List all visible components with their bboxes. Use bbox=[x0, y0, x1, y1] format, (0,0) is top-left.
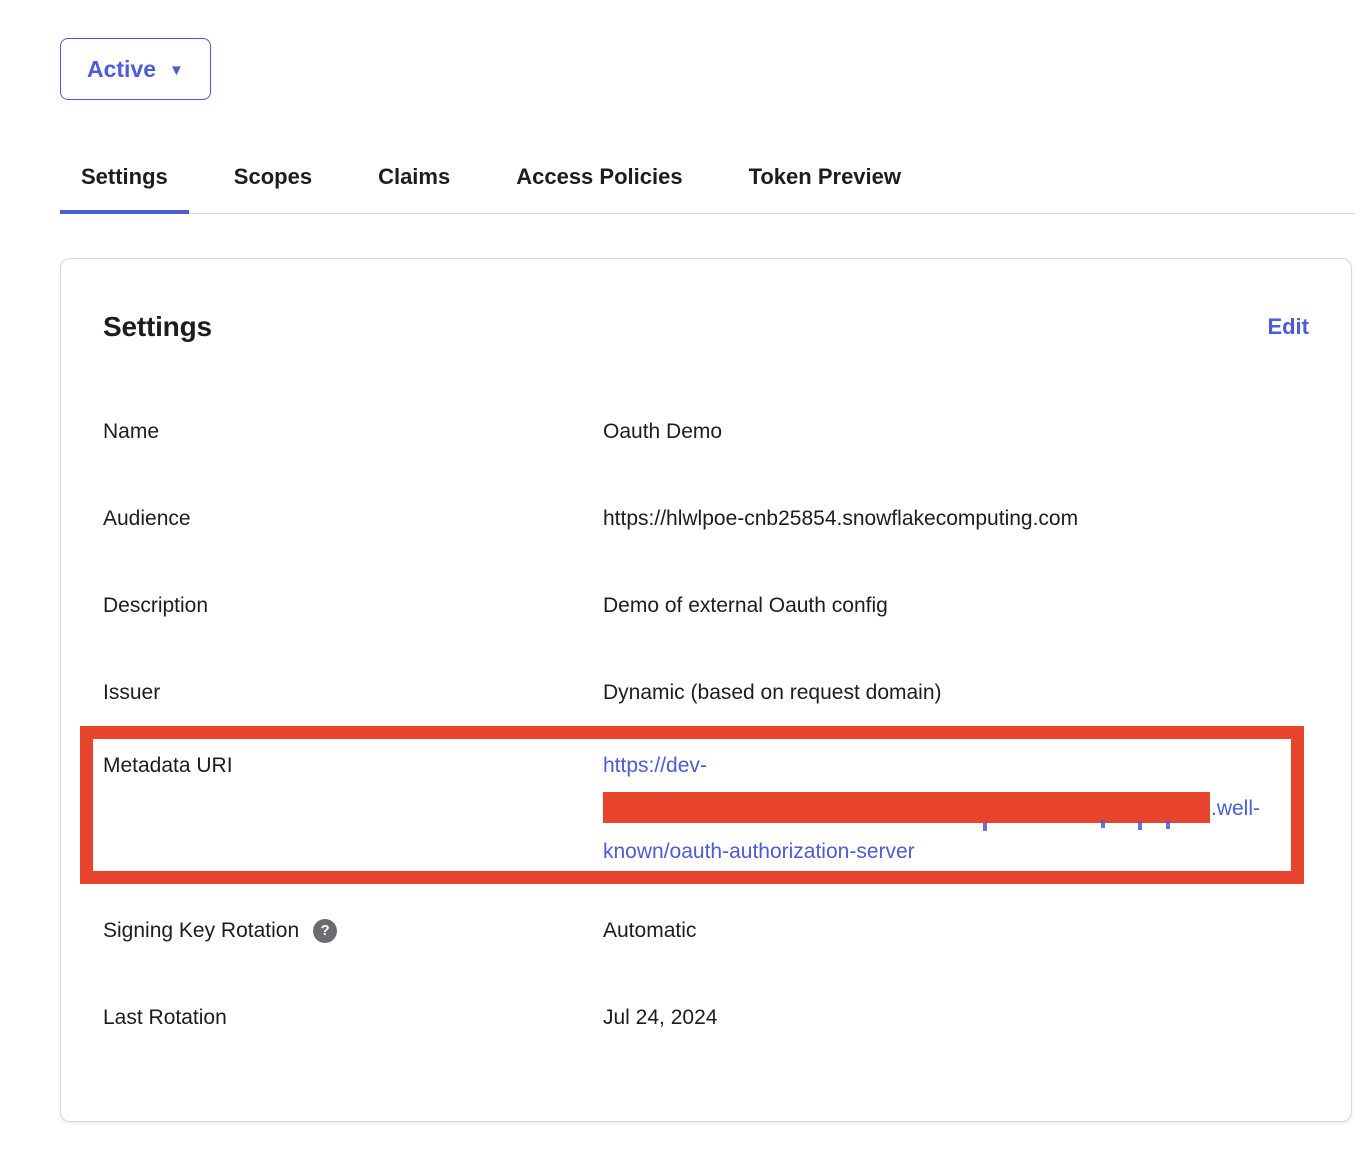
card-title: Settings bbox=[103, 309, 212, 345]
field-value: Oauth Demo bbox=[603, 417, 1309, 447]
field-row-name: Name Oauth Demo bbox=[103, 417, 1309, 447]
field-label: Signing Key Rotation bbox=[103, 916, 299, 946]
metadata-uri-line3: known/oauth-authorization-server bbox=[603, 830, 1309, 873]
tab-access-policies[interactable]: Access Policies bbox=[495, 164, 703, 213]
tab-bar: Settings Scopes Claims Access Policies T… bbox=[60, 164, 1355, 214]
question-help-icon[interactable]: ? bbox=[313, 919, 337, 943]
field-value: Dynamic (based on request domain) bbox=[603, 678, 1309, 708]
page: Active ▼ Settings Scopes Claims Access P… bbox=[0, 0, 1365, 1169]
field-label: Name bbox=[103, 417, 603, 447]
field-row-metadata-uri: Metadata URI https://dev- .well- known/o… bbox=[103, 744, 1309, 873]
metadata-uri-line2: .well- bbox=[603, 787, 1309, 830]
field-row-last-rotation: Last Rotation Jul 24, 2024 bbox=[103, 1003, 1309, 1033]
status-dropdown-button[interactable]: Active ▼ bbox=[60, 38, 211, 100]
field-value: https://hlwlpoe-cnb25854.snowflakecomput… bbox=[603, 504, 1309, 534]
settings-card: Settings Edit Name Oauth Demo Audience h… bbox=[60, 258, 1352, 1122]
edit-link[interactable]: Edit bbox=[1267, 314, 1309, 340]
field-label: Audience bbox=[103, 504, 603, 534]
field-row-issuer: Issuer Dynamic (based on request domain) bbox=[103, 678, 1309, 708]
redaction-bar bbox=[603, 792, 1210, 823]
tab-settings[interactable]: Settings bbox=[60, 164, 189, 213]
caret-down-icon: ▼ bbox=[169, 63, 184, 78]
metadata-uri-line1: https://dev- bbox=[603, 744, 1309, 787]
field-label: Description bbox=[103, 591, 603, 621]
field-value: Jul 24, 2024 bbox=[603, 1003, 1309, 1033]
field-value: Demo of external Oauth config bbox=[603, 591, 1309, 621]
metadata-uri-line2-suffix: .well- bbox=[1211, 797, 1260, 820]
tab-scopes[interactable]: Scopes bbox=[213, 164, 333, 213]
metadata-uri-link[interactable]: https://dev- .well- known/oauth-authoriz… bbox=[603, 744, 1309, 873]
field-row-audience: Audience https://hlwlpoe-cnb25854.snowfl… bbox=[103, 504, 1309, 534]
status-label: Active bbox=[87, 56, 156, 83]
tab-claims[interactable]: Claims bbox=[357, 164, 471, 213]
field-row-signing-key-rotation: Signing Key Rotation ? Automatic bbox=[103, 916, 1309, 946]
field-row-description: Description Demo of external Oauth confi… bbox=[103, 591, 1309, 621]
card-header: Settings Edit bbox=[103, 309, 1309, 345]
field-label: Issuer bbox=[103, 678, 603, 708]
field-value: Automatic bbox=[603, 916, 1309, 946]
field-label: Last Rotation bbox=[103, 1003, 603, 1033]
field-label: Metadata URI bbox=[103, 744, 603, 873]
tab-token-preview[interactable]: Token Preview bbox=[728, 164, 922, 213]
